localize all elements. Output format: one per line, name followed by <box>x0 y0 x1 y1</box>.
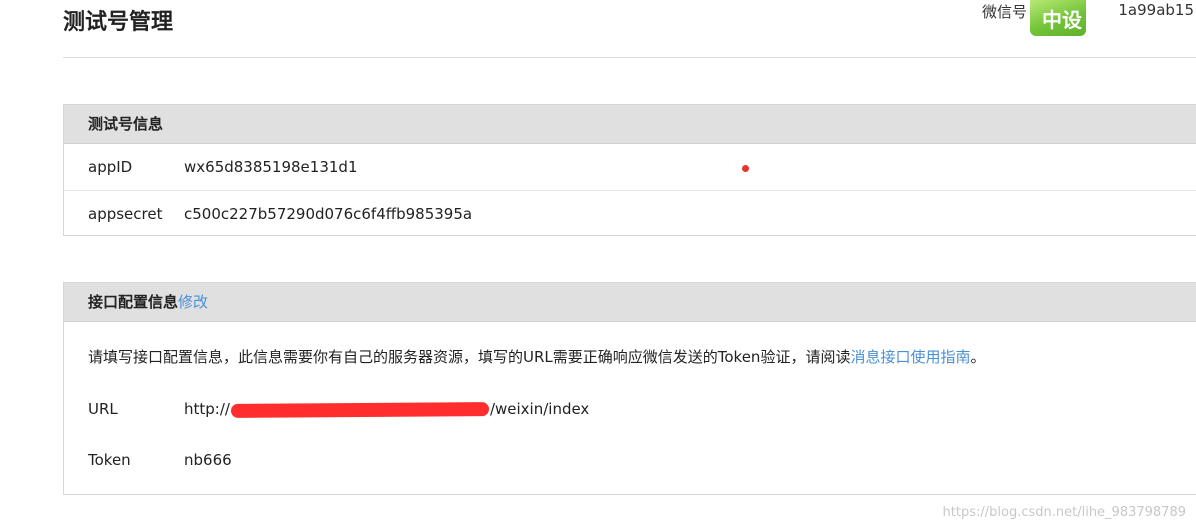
appsecret-label: appsecret <box>88 205 163 223</box>
url-suffix: /weixin/index <box>489 400 590 418</box>
watermark: https://blog.csdn.net/lihe_983798789 <box>942 505 1186 520</box>
header-divider <box>63 57 1196 58</box>
config-note-text: 请填写接口配置信息，此信息需要你有自己的服务器资源，填写的URL需要正确响应微信… <box>88 348 851 366</box>
token-value: nb666 <box>184 451 232 469</box>
interface-config-panel: 接口配置信息修改 请填写接口配置信息，此信息需要你有自己的服务器资源，填写的UR… <box>63 282 1196 495</box>
url-row: URL http:// /weixin/index <box>88 400 589 418</box>
redaction-mark <box>230 401 489 418</box>
appid-label: appID <box>88 158 133 176</box>
avatar[interactable]: 中设 <box>1030 0 1086 36</box>
account-value: 1a99ab15 <box>1118 1 1194 19</box>
interface-config-heading-text: 接口配置信息 <box>88 293 179 311</box>
token-row: Token nb666 <box>88 451 232 469</box>
config-note: 请填写接口配置信息，此信息需要你有自己的服务器资源，填写的URL需要正确响应微信… <box>88 346 985 367</box>
appsecret-value: c500c227b57290d076c6f4ffb985395a <box>184 205 473 223</box>
interface-config-body: 请填写接口配置信息，此信息需要你有自己的服务器资源，填写的URL需要正确响应微信… <box>64 322 1196 494</box>
red-dot-marker <box>742 165 749 172</box>
test-account-heading: 测试号信息 <box>64 105 1196 144</box>
appid-row: appID wx65d8385198e131d1 <box>64 144 1196 190</box>
token-label: Token <box>88 451 131 469</box>
account-info: 微信号 中设 1a99ab15 <box>982 0 1196 40</box>
url-value: http:// /weixin/index <box>184 400 589 418</box>
edit-link[interactable]: 修改 <box>178 293 208 311</box>
url-prefix: http:// <box>184 400 230 418</box>
test-account-heading-text: 测试号信息 <box>88 115 164 133</box>
test-account-panel: 测试号信息 appID wx65d8385198e131d1 appsecret… <box>63 104 1196 236</box>
page-title: 测试号管理 <box>63 10 174 35</box>
message-guide-link[interactable]: 消息接口使用指南 <box>850 348 970 366</box>
appid-value: wx65d8385198e131d1 <box>184 158 358 176</box>
account-label: 微信号 <box>982 3 1028 21</box>
config-note-end: 。 <box>970 348 986 366</box>
avatar-text: 中设 <box>1042 8 1082 32</box>
appsecret-row: appsecret c500c227b57290d076c6f4ffb98539… <box>64 190 1196 237</box>
url-label: URL <box>88 400 118 418</box>
interface-config-heading: 接口配置信息修改 <box>64 283 1196 322</box>
